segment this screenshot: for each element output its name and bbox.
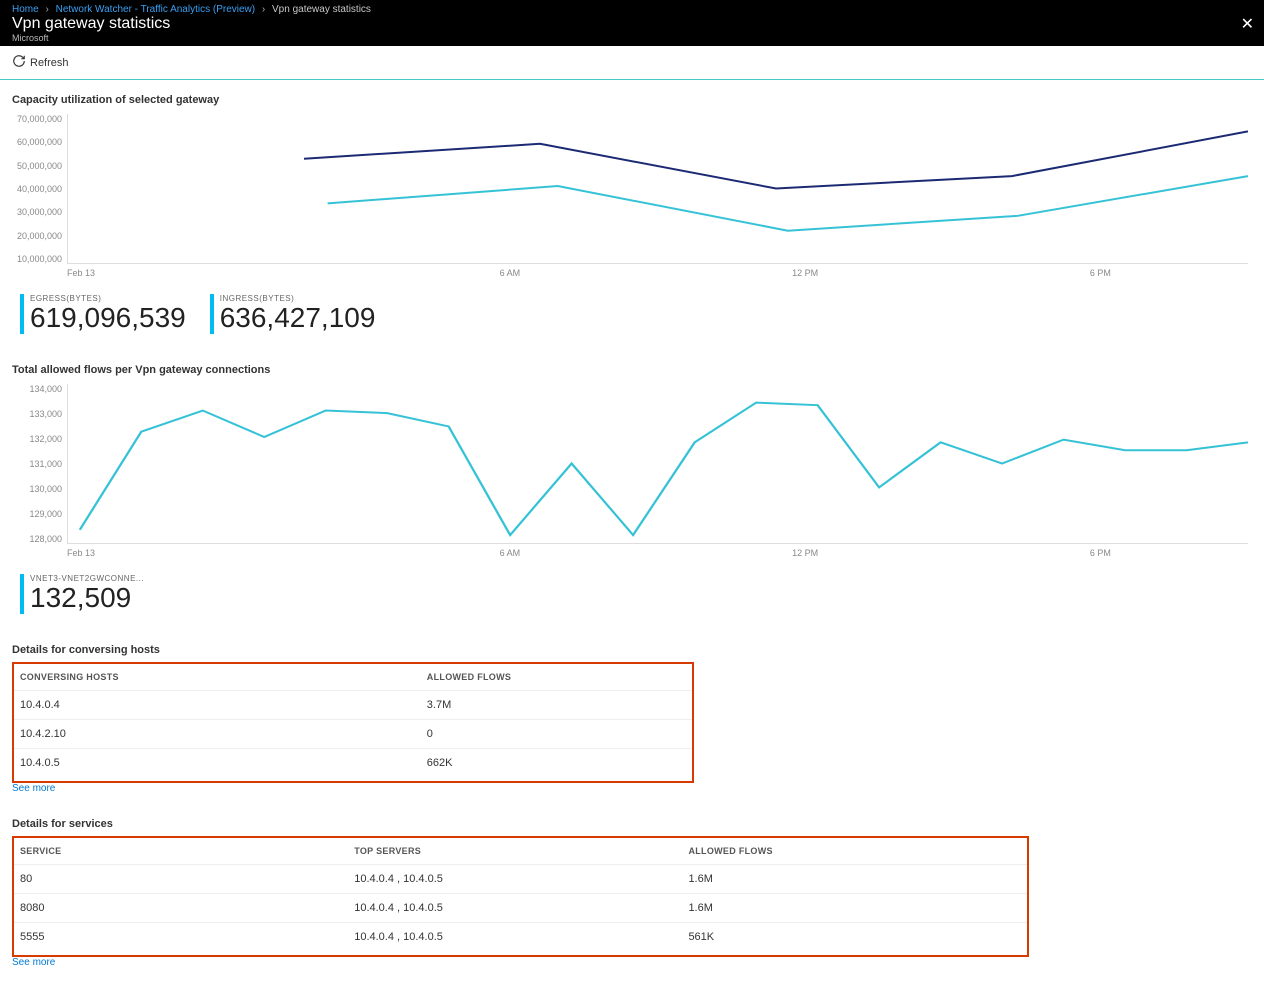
cell-servers: 10.4.0.4 , 10.4.0.5 xyxy=(348,893,682,922)
col-allowed-flows[interactable]: ALLOWED FLOWS xyxy=(421,664,692,691)
col-service[interactable]: SERVICE xyxy=(14,838,348,865)
capacity-metrics: EGRESS(BYTES) 619,096,539 INGRESS(BYTES)… xyxy=(20,294,1252,334)
plot-area xyxy=(67,384,1248,544)
chevron-right-icon: › xyxy=(262,4,265,15)
refresh-button[interactable]: Refresh xyxy=(12,54,69,71)
refresh-icon xyxy=(12,54,26,71)
section-title-capacity: Capacity utilization of selected gateway xyxy=(12,94,1252,106)
x-axis-labels: Feb 13 6 AM 12 PM 6 PM xyxy=(67,268,1248,284)
table-row[interactable]: 10.4.2.100 xyxy=(14,719,692,748)
metric-ingress: INGRESS(BYTES) 636,427,109 xyxy=(210,294,376,334)
table-row[interactable]: 8010.4.0.4 , 10.4.0.51.6M xyxy=(14,864,1027,893)
services-table: SERVICE TOP SERVERS ALLOWED FLOWS 8010.4… xyxy=(14,838,1027,951)
cell-service: 5555 xyxy=(14,922,348,951)
hosts-highlight: CONVERSING HOSTS ALLOWED FLOWS 10.4.0.43… xyxy=(12,662,694,783)
cell-host: 10.4.0.5 xyxy=(14,748,421,777)
section-title-hosts: Details for conversing hosts xyxy=(12,644,1252,656)
capacity-svg xyxy=(68,114,1248,263)
breadcrumb-network-watcher[interactable]: Network Watcher - Traffic Analytics (Pre… xyxy=(56,4,256,15)
ingress-line xyxy=(328,176,1248,231)
page-title: Vpn gateway statistics xyxy=(12,15,170,33)
cell-servers: 10.4.0.4 , 10.4.0.5 xyxy=(348,864,682,893)
x-axis-labels: Feb 13 6 AM 12 PM 6 PM xyxy=(67,548,1248,564)
toolbar: Refresh xyxy=(0,46,1264,80)
cell-service: 8080 xyxy=(14,893,348,922)
table-row[interactable]: 555510.4.0.4 , 10.4.0.5561K xyxy=(14,922,1027,951)
section-title-services: Details for services xyxy=(12,818,1252,830)
table-row[interactable]: 10.4.0.43.7M xyxy=(14,690,692,719)
cell-flows: 0 xyxy=(421,719,692,748)
cell-flows: 3.7M xyxy=(421,690,692,719)
y-axis-labels: 134,000 133,000 132,000 131,000 130,000 … xyxy=(12,384,62,544)
page-subtitle: Microsoft xyxy=(12,33,1252,43)
cell-host: 10.4.2.10 xyxy=(14,719,421,748)
cell-flows: 1.6M xyxy=(682,893,1026,922)
plot-area xyxy=(67,114,1248,264)
cell-flows: 662K xyxy=(421,748,692,777)
cell-service: 80 xyxy=(14,864,348,893)
flows-metrics: VNET3-VNET2GWCONNE... 132,509 xyxy=(20,574,1252,614)
cell-flows: 561K xyxy=(682,922,1026,951)
y-axis-labels: 70,000,000 60,000,000 50,000,000 40,000,… xyxy=(12,114,62,264)
metric-egress: EGRESS(BYTES) 619,096,539 xyxy=(20,294,186,334)
table-row[interactable]: 808010.4.0.4 , 10.4.0.51.6M xyxy=(14,893,1027,922)
breadcrumb-current: Vpn gateway statistics xyxy=(272,4,371,15)
capacity-chart: 70,000,000 60,000,000 50,000,000 40,000,… xyxy=(12,114,1252,284)
flows-svg xyxy=(68,384,1248,543)
chevron-right-icon: › xyxy=(45,4,48,15)
see-more-hosts[interactable]: See more xyxy=(12,783,1252,794)
section-title-flows: Total allowed flows per Vpn gateway conn… xyxy=(12,364,1252,376)
header-bar: Home › Network Watcher - Traffic Analyti… xyxy=(0,0,1264,46)
cell-flows: 1.6M xyxy=(682,864,1026,893)
flows-line xyxy=(80,402,1248,534)
col-top-servers[interactable]: TOP SERVERS xyxy=(348,838,682,865)
close-icon[interactable]: ✕ xyxy=(1241,14,1254,34)
breadcrumb-home[interactable]: Home xyxy=(12,4,39,15)
breadcrumb: Home › Network Watcher - Traffic Analyti… xyxy=(12,4,1252,15)
hosts-table: CONVERSING HOSTS ALLOWED FLOWS 10.4.0.43… xyxy=(14,664,692,777)
services-highlight: SERVICE TOP SERVERS ALLOWED FLOWS 8010.4… xyxy=(12,836,1029,957)
refresh-label: Refresh xyxy=(30,57,69,69)
metric-value: 619,096,539 xyxy=(30,303,186,334)
metric-flows: VNET3-VNET2GWCONNE... 132,509 xyxy=(20,574,144,614)
cell-host: 10.4.0.4 xyxy=(14,690,421,719)
col-allowed-flows[interactable]: ALLOWED FLOWS xyxy=(682,838,1026,865)
cell-servers: 10.4.0.4 , 10.4.0.5 xyxy=(348,922,682,951)
col-conversing-hosts[interactable]: CONVERSING HOSTS xyxy=(14,664,421,691)
egress-line xyxy=(304,131,1248,188)
content: Capacity utilization of selected gateway… xyxy=(0,94,1264,992)
metric-value: 636,427,109 xyxy=(220,303,376,334)
metric-value: 132,509 xyxy=(30,583,144,614)
flows-chart: 134,000 133,000 132,000 131,000 130,000 … xyxy=(12,384,1252,564)
table-row[interactable]: 10.4.0.5662K xyxy=(14,748,692,777)
